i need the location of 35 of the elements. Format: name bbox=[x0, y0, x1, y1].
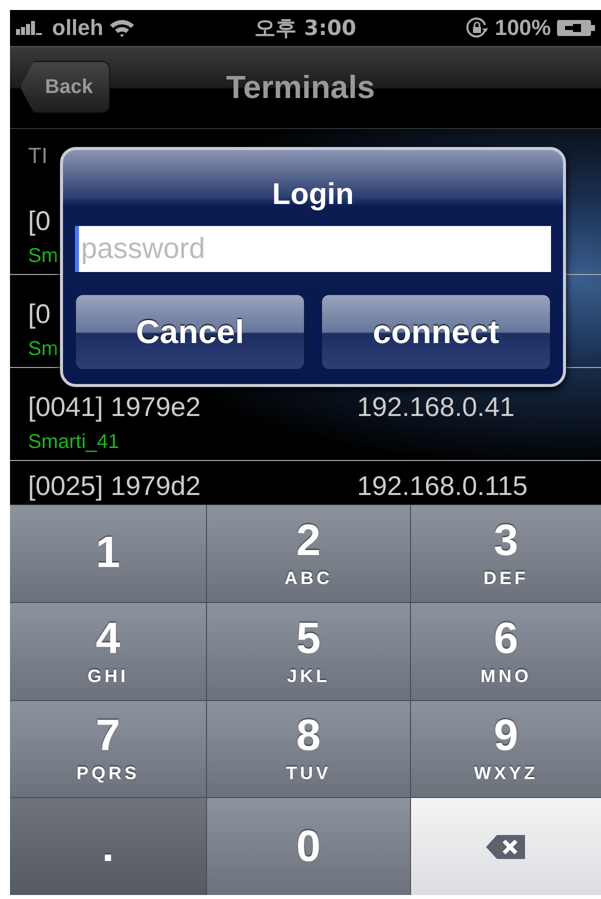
back-button[interactable]: Back bbox=[20, 61, 110, 113]
battery-charging-icon bbox=[556, 19, 595, 37]
delete-key[interactable] bbox=[411, 798, 601, 895]
keypad-key[interactable]: . bbox=[10, 798, 206, 895]
keypad-key[interactable]: 4 GHI bbox=[10, 602, 206, 700]
keypad-key[interactable]: 7 PQRS bbox=[10, 700, 206, 798]
terminal-id: [0 bbox=[28, 301, 51, 328]
terminal-id: [0041] 1979e2 bbox=[28, 394, 201, 421]
dialog-button[interactable]: Cancel bbox=[75, 294, 305, 370]
terminal-ip: 192.168.0.115 bbox=[357, 473, 528, 500]
keypad-key[interactable]: 9 WXYZ bbox=[411, 700, 601, 798]
dialog-button[interactable]: connect bbox=[321, 294, 551, 370]
backspace-icon bbox=[485, 832, 527, 861]
column-header: TI bbox=[28, 142, 49, 168]
terminal-ip: 192.168.0.41 bbox=[357, 394, 515, 421]
terminal-name: Sm bbox=[28, 338, 58, 361]
keypad-key[interactable]: 5 JKL bbox=[207, 602, 410, 700]
keypad-key[interactable]: 0 bbox=[207, 798, 410, 895]
keypad-key[interactable]: 6 MNO bbox=[411, 602, 601, 700]
password-field[interactable]: password bbox=[75, 226, 551, 272]
battery-percent: 100% bbox=[494, 15, 551, 41]
nav-title: Terminals bbox=[226, 69, 375, 106]
wifi-icon bbox=[109, 18, 136, 38]
carrier-name: olleh bbox=[52, 15, 104, 41]
keypad-key[interactable]: 2 ABC bbox=[207, 505, 410, 602]
keypad-key[interactable]: 8 TUV bbox=[207, 700, 410, 798]
status-time: 오후 3:00 bbox=[254, 15, 356, 42]
terminal-name: Smarti_41 bbox=[28, 431, 120, 454]
dialog-title: Login bbox=[272, 178, 354, 212]
keypad-key[interactable]: 3 DEF bbox=[411, 505, 601, 602]
rotation-lock-icon bbox=[464, 16, 489, 40]
terminal-id: [0025] 1979d2 bbox=[28, 473, 201, 500]
keypad-key[interactable]: 1 bbox=[10, 505, 206, 602]
terminal-name: Sm bbox=[28, 245, 58, 268]
terminal-id: [0 bbox=[28, 208, 51, 235]
